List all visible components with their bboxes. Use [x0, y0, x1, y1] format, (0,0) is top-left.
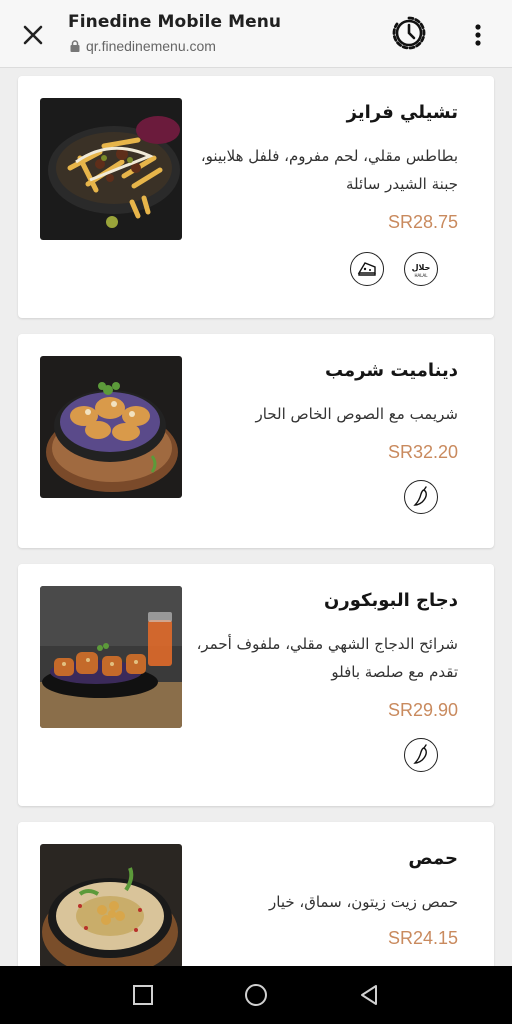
menu-list: تشيلي فرايز بطاطس مقلي، لحم مفروم، فلفل … [0, 68, 512, 966]
item-name: تشيلي فرايز [346, 102, 458, 123]
item-name: دجاج البوبكورن [323, 590, 458, 611]
timer-button[interactable] [390, 14, 428, 52]
chili-icon [413, 744, 427, 764]
circle-home-icon [245, 984, 267, 1006]
menu-item-card[interactable]: تشيلي فرايز بطاطس مقلي، لحم مفروم، فلفل … [18, 76, 494, 318]
food-image [40, 844, 182, 966]
cheese-badge[interactable] [350, 252, 384, 286]
item-price: SR28.75 [387, 212, 458, 232]
close-button[interactable] [16, 18, 50, 52]
spicy-badge[interactable] [404, 738, 438, 772]
item-name: حمص [408, 848, 458, 869]
item-description: شرائح الدجاج الشهي مقلي، ملفوف أحمر، تقد… [196, 635, 458, 681]
item-name: ديناميت شرمب [324, 360, 458, 381]
svg-text:حلال: حلال [412, 263, 431, 272]
recents-button[interactable] [130, 982, 156, 1008]
spicy-badge[interactable] [404, 480, 438, 514]
chili-icon [413, 486, 427, 506]
system-navigation-bar [0, 966, 512, 1024]
svg-text:HALAL: HALAL [414, 273, 428, 278]
home-button[interactable] [243, 982, 269, 1008]
menu-item-card[interactable]: ديناميت شرمب شريمب مع الصوص الخاص الحار … [18, 334, 494, 548]
halal-badge[interactable]: حلال HALAL [404, 252, 438, 286]
page-title: Finedine Mobile Menu [68, 12, 282, 32]
back-button[interactable] [356, 982, 382, 1008]
item-description: شريمب مع الصوص الخاص الحار [255, 405, 459, 423]
triangle-back-icon [361, 985, 377, 1005]
cheese-icon [357, 262, 376, 276]
menu-item-card[interactable]: دجاج البوبكورن شرائح الدجاج الشهي مقلي، … [18, 564, 494, 806]
item-price: SR32.20 [387, 442, 458, 462]
more-options-button[interactable] [466, 18, 490, 52]
browser-header: Finedine Mobile Menu qr.finedinemenu.com [0, 0, 512, 68]
item-description: حمص زيت زيتون، سماق، خيار [269, 893, 458, 911]
more-vertical-icon [475, 24, 481, 46]
square-recents-icon [133, 985, 153, 1005]
lock-icon [70, 40, 80, 52]
close-icon [23, 25, 43, 45]
app-screen: Finedine Mobile Menu qr.finedinemenu.com [0, 0, 512, 1024]
item-description: بطاطس مقلي، لحم مفروم، فلفل هلابينو، جبن… [200, 147, 458, 193]
item-price: SR24.15 [387, 928, 458, 948]
food-image [40, 356, 182, 498]
food-image [40, 586, 182, 728]
url-text: qr.finedinemenu.com [86, 38, 216, 54]
timer-icon [392, 16, 426, 50]
halal-icon: حلال HALAL [412, 263, 431, 278]
menu-item-card[interactable]: حمص حمص زيت زيتون، سماق، خيار SR24.15 [18, 822, 494, 966]
item-price: SR29.90 [387, 700, 458, 720]
food-image [40, 98, 182, 240]
